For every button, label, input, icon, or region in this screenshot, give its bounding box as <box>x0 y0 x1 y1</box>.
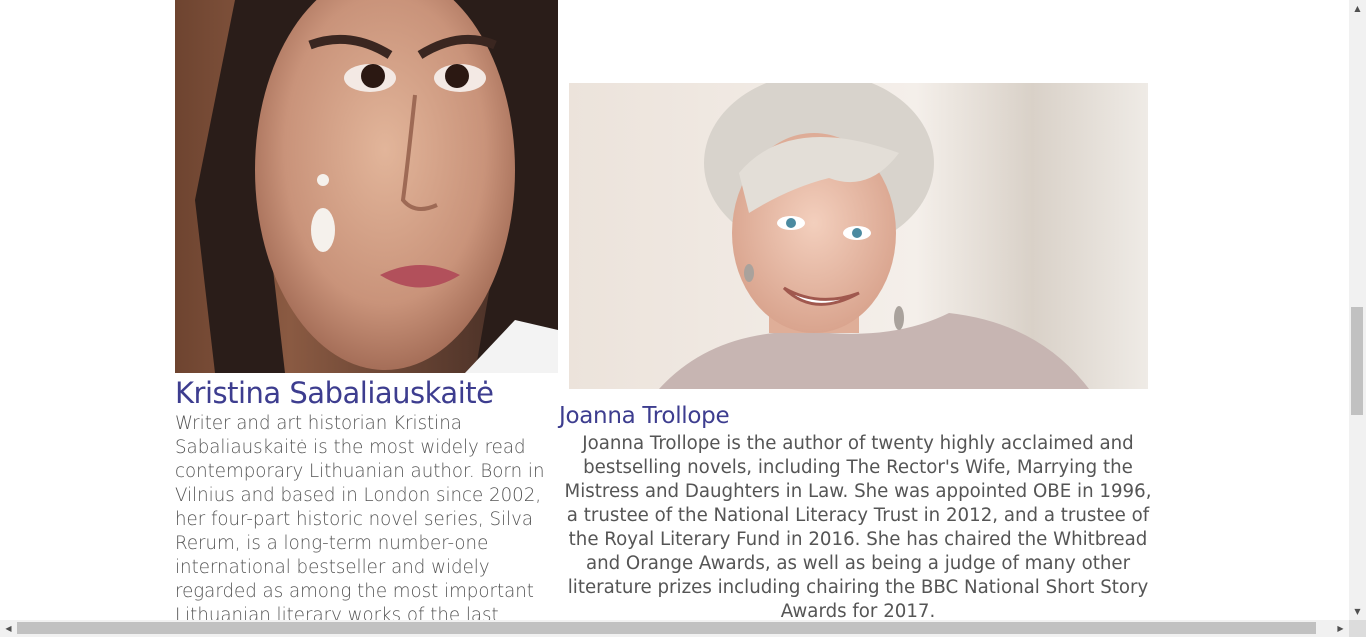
speaker-name: Kristina Sabaliauskaitė <box>175 376 494 410</box>
horizontal-scrollbar-thumb[interactable] <box>17 622 1316 634</box>
speaker-bio: Joanna Trollope is the author of twenty … <box>564 433 1152 620</box>
speaker-name: Joanna Trollope <box>559 403 730 429</box>
horizontal-scrollbar[interactable]: ◀ ▶ <box>0 620 1349 637</box>
speaker-bio: Writer and art historian Kristina Sabali… <box>175 413 545 620</box>
scroll-down-arrow-icon[interactable]: ▼ <box>1349 603 1366 620</box>
page-content: Kristina Sabaliauskaitė Writer and art h… <box>0 0 1349 620</box>
scrollbar-corner <box>1349 620 1366 637</box>
vertical-scrollbar-thumb[interactable] <box>1351 307 1363 415</box>
scroll-left-arrow-icon[interactable]: ◀ <box>0 620 17 637</box>
speaker-photo-kristina <box>175 0 558 373</box>
speaker-photo-joanna <box>569 83 1148 389</box>
scroll-up-arrow-icon[interactable]: ▲ <box>1349 0 1366 17</box>
scroll-right-arrow-icon[interactable]: ▶ <box>1332 620 1349 637</box>
vertical-scrollbar[interactable]: ▲ ▼ <box>1349 0 1366 620</box>
